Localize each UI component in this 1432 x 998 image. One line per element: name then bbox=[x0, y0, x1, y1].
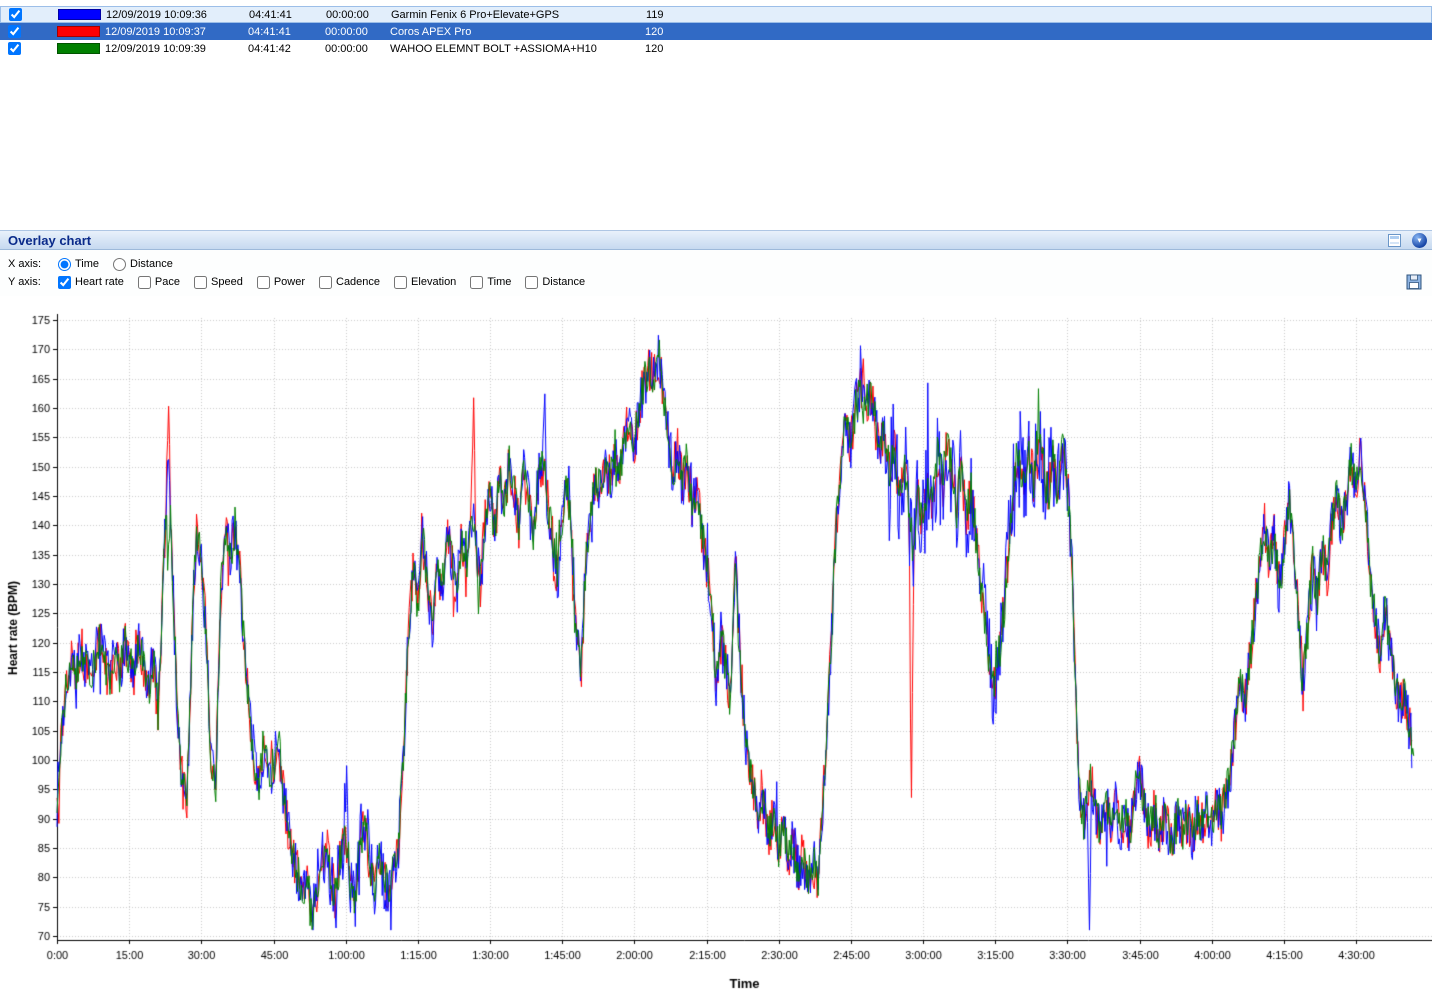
y-option-speed[interactable]: Speed bbox=[194, 276, 243, 289]
table-row[interactable]: 12/09/2019 10:09:39 04:41:42 00:00:00 WA… bbox=[0, 40, 1432, 57]
table-empty-area bbox=[0, 57, 1432, 230]
time-radio[interactable] bbox=[58, 258, 71, 271]
offset-cell: 00:00:00 bbox=[325, 43, 390, 55]
series-color-swatch[interactable] bbox=[58, 9, 101, 20]
x-axis-label: X axis: bbox=[8, 258, 44, 270]
overlay-chart-area bbox=[0, 296, 1432, 998]
y-axis-label: Y axis: bbox=[8, 276, 44, 288]
row-checkbox-cell bbox=[0, 42, 57, 55]
speed-checkbox[interactable] bbox=[194, 276, 207, 289]
start-time-cell: 12/09/2019 10:09:36 bbox=[106, 9, 249, 21]
row-visibility-checkbox[interactable] bbox=[8, 25, 21, 38]
y-option-power[interactable]: Power bbox=[257, 276, 305, 289]
row-visibility-checkbox[interactable] bbox=[9, 8, 22, 21]
power-checkbox[interactable] bbox=[257, 276, 270, 289]
y-option-elevation[interactable]: Elevation bbox=[394, 276, 456, 289]
x-option-distance[interactable]: Distance bbox=[113, 258, 173, 271]
distance-radio[interactable] bbox=[113, 258, 126, 271]
offset-cell: 00:00:00 bbox=[326, 9, 391, 21]
x-option-time[interactable]: Time bbox=[58, 258, 99, 271]
device-name-cell: WAHOO ELEMNT BOLT +ASSIOMA+H10 bbox=[390, 43, 645, 55]
overlay-chart-header: Overlay chart ▼ bbox=[0, 230, 1432, 250]
device-name-cell: Garmin Fenix 6 Pro+Elevate+GPS bbox=[391, 9, 646, 21]
y-option-distance[interactable]: Distance bbox=[525, 276, 585, 289]
row-checkbox-cell bbox=[0, 25, 57, 38]
duration-cell: 04:41:41 bbox=[249, 9, 326, 21]
save-chart-icon[interactable] bbox=[1406, 274, 1422, 290]
offset-cell: 00:00:00 bbox=[325, 26, 390, 38]
y-option-heart-rate[interactable]: Heart rate bbox=[58, 276, 124, 289]
y-option-time[interactable]: Time bbox=[470, 276, 511, 289]
pace-checkbox[interactable] bbox=[138, 276, 151, 289]
cadence-checkbox[interactable] bbox=[319, 276, 332, 289]
activity-table: 12/09/2019 10:09:36 04:41:41 00:00:00 Ga… bbox=[0, 0, 1432, 230]
restore-panel-icon[interactable] bbox=[1388, 234, 1401, 247]
color-swatch-cell bbox=[58, 9, 106, 20]
row-visibility-checkbox[interactable] bbox=[8, 42, 21, 55]
duration-cell: 04:41:41 bbox=[248, 26, 325, 38]
avg-hr-cell: 120 bbox=[645, 43, 695, 55]
duration-cell: 04:41:42 bbox=[248, 43, 325, 55]
panel-title: Overlay chart bbox=[0, 233, 1388, 248]
row-checkbox-cell bbox=[1, 8, 58, 21]
avg-hr-cell: 120 bbox=[645, 26, 695, 38]
collapse-panel-icon[interactable]: ▼ bbox=[1412, 233, 1427, 248]
series-color-swatch[interactable] bbox=[57, 26, 100, 37]
color-swatch-cell bbox=[57, 26, 105, 37]
device-name-cell: Coros APEX Pro bbox=[390, 26, 645, 38]
chart-controls: X axis: Time Distance Y axis: Heart rate… bbox=[0, 250, 1432, 296]
series-color-swatch[interactable] bbox=[57, 43, 100, 54]
overlay-chart-canvas[interactable] bbox=[0, 296, 1432, 998]
y-option-cadence[interactable]: Cadence bbox=[319, 276, 380, 289]
distance-checkbox[interactable] bbox=[525, 276, 538, 289]
start-time-cell: 12/09/2019 10:09:39 bbox=[105, 43, 248, 55]
heart-rate-checkbox[interactable] bbox=[58, 276, 71, 289]
table-row[interactable]: 12/09/2019 10:09:37 04:41:41 00:00:00 Co… bbox=[0, 23, 1432, 40]
elevation-checkbox[interactable] bbox=[394, 276, 407, 289]
application-window: 12/09/2019 10:09:36 04:41:41 00:00:00 Ga… bbox=[0, 0, 1432, 998]
avg-hr-cell: 119 bbox=[646, 9, 696, 21]
start-time-cell: 12/09/2019 10:09:37 bbox=[105, 26, 248, 38]
y-option-pace[interactable]: Pace bbox=[138, 276, 180, 289]
time-checkbox[interactable] bbox=[470, 276, 483, 289]
table-row[interactable]: 12/09/2019 10:09:36 04:41:41 00:00:00 Ga… bbox=[0, 6, 1432, 23]
color-swatch-cell bbox=[57, 43, 105, 54]
